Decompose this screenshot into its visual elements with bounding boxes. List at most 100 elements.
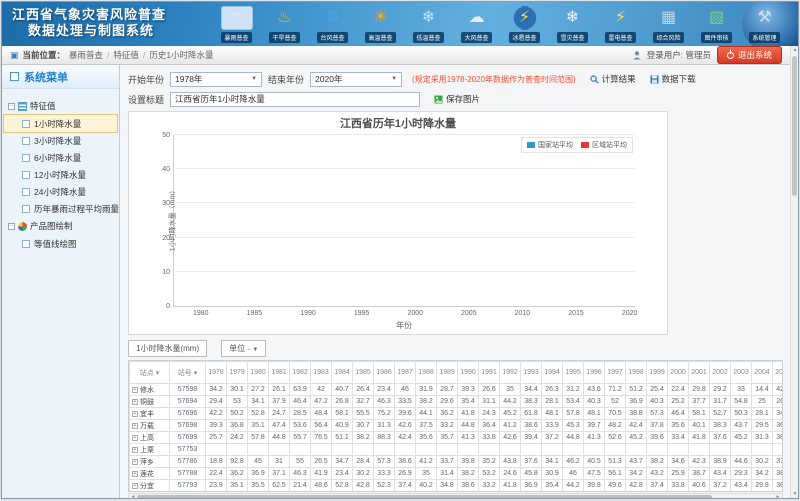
table-row[interactable]: +莲花5778822.436.236.937.146.341.923.430.2… — [130, 468, 784, 480]
tree-node-2[interactable]: -产品图绘制 — [4, 217, 117, 235]
row-expander-icon[interactable]: + — [132, 387, 138, 393]
scroll-up-arrow[interactable]: ▲ — [791, 46, 799, 54]
expander-icon[interactable]: - — [8, 223, 15, 230]
breadcrumb-item-3[interactable]: 历史1小时降水量 — [149, 49, 213, 61]
toolbar-item-10[interactable]: ▦综合风险 — [646, 6, 691, 43]
toolbar-item-6[interactable]: ☁大风普查 — [454, 6, 499, 43]
table-row[interactable]: +萍乡5778618.892.845315526.534.728.457.338… — [130, 456, 784, 468]
table-row[interactable]: +分宜5779323.935.135.562.521.448.652.842.8… — [130, 480, 784, 492]
sidebar-item-6小时降水量[interactable]: 6小时降水量 — [4, 149, 117, 166]
vertical-scrollbar[interactable]: ▲ ▼ — [790, 46, 798, 498]
value-cell — [290, 444, 311, 456]
value-cell: 71.2 — [605, 384, 626, 396]
menu-icon — [10, 72, 19, 81]
value-cell: 28.1 — [752, 408, 773, 420]
value-cell: 52.8 — [248, 408, 269, 420]
sidebar-item-12小时降水量[interactable]: 12小时降水量 — [4, 166, 117, 183]
value-cell: 45.2 — [731, 432, 752, 444]
toolbar-item-5[interactable]: ❄低温普查 — [406, 6, 451, 43]
toolbar-item-3[interactable]: ⚙台风普查 — [310, 6, 355, 43]
user-icon — [633, 51, 641, 60]
download-button[interactable]: 数据下载 — [650, 73, 696, 85]
value-cell: 35.4 — [542, 480, 563, 492]
sidebar-item-等值线绘图[interactable]: 等值线绘图 — [4, 235, 117, 252]
horizontal-scroll-thumb[interactable] — [137, 495, 712, 499]
row-expander-icon[interactable]: + — [132, 447, 138, 453]
value-cell: 36.8 — [227, 420, 248, 432]
value-cell: 50.3 — [731, 408, 752, 420]
value-cell: 38.2 — [416, 396, 437, 408]
expander-icon[interactable]: - — [8, 103, 15, 110]
table-row[interactable]: +修水5759834.230.127.226.163.94240.726.423… — [130, 384, 784, 396]
value-cell: 44.8 — [563, 432, 584, 444]
value-cell: 48.4 — [311, 408, 332, 420]
value-cell: 42.3 — [689, 456, 710, 468]
scroll-left-arrow[interactable]: ◄ — [129, 494, 137, 499]
row-expander-icon[interactable]: + — [132, 399, 138, 405]
row-expander-icon[interactable]: + — [132, 435, 138, 441]
value-cell: 57.8 — [563, 408, 584, 420]
toolbar-item-12[interactable]: ⚒系统管理 — [742, 6, 787, 43]
logout-button[interactable]: 退出系统 — [717, 46, 782, 64]
table-row[interactable]: +宜丰5769642.250.252.824.728.548.458.155.5… — [130, 408, 784, 420]
value-cell: 42.6 — [395, 420, 416, 432]
toolbar-item-11[interactable]: ▧图件审核 — [694, 6, 739, 43]
sidebar-title-label: 系统菜单 — [24, 69, 68, 85]
breadcrumb-item-2[interactable]: 特征值 — [113, 49, 139, 61]
sidebar-item-1小时降水量[interactable]: 1小时降水量 — [4, 115, 117, 132]
scroll-down-arrow[interactable]: ▼ — [791, 490, 799, 498]
scroll-right-arrow[interactable]: ► — [774, 494, 782, 499]
checkbox-icon[interactable] — [22, 137, 30, 145]
table-row[interactable]: +上高5769925.724.257.844.855.776.551.138.2… — [130, 432, 784, 444]
checkbox-icon[interactable] — [22, 205, 30, 213]
row-expander-icon[interactable]: + — [132, 483, 138, 489]
x-tick-label: 2010 — [515, 310, 531, 317]
horizontal-scrollbar[interactable]: ◄ ► — [128, 493, 783, 499]
row-expander-icon[interactable]: + — [132, 423, 138, 429]
table-tab[interactable]: 1小时降水量(mm) — [128, 340, 207, 357]
value-cell: 58.1 — [332, 408, 353, 420]
value-cell: 57.8 — [248, 432, 269, 444]
toolbar-item-4[interactable]: ☀高温普查 — [358, 6, 403, 43]
row-expander-icon[interactable]: + — [132, 471, 138, 477]
start-year-select[interactable]: 1978年 ▼ — [170, 72, 262, 87]
window-icon: ▣ — [10, 50, 19, 61]
user-area: 登录用户: 管理员 退出系统 — [633, 46, 782, 64]
table-row[interactable]: +上栗57753 — [130, 444, 784, 456]
table-row[interactable]: +铜鼓5769429.45334.137.946.447.226.832.746… — [130, 396, 784, 408]
checkbox-icon[interactable] — [22, 240, 30, 248]
toolbar-item-8[interactable]: ❄雪灾普查 — [550, 6, 595, 43]
sidebar-item-24小时降水量[interactable]: 24小时降水量 — [4, 183, 117, 200]
x-tick-label: 1995 — [354, 310, 370, 317]
end-year-select[interactable]: 2020年 ▼ — [310, 72, 402, 87]
unit-filter[interactable]: 单位 – ▼ — [221, 340, 266, 357]
tree-node-1[interactable]: -特征值 — [4, 97, 117, 115]
toolbar-item-9[interactable]: ⚡雷电普查 — [598, 6, 643, 43]
wrench-icon: ⚒ — [749, 6, 781, 30]
toolbar-item-2[interactable]: ♨干旱普查 — [262, 6, 307, 43]
save-image-button[interactable]: 保存图片 — [434, 93, 480, 105]
toolbar-item-7[interactable]: ⚡冰雹普查 — [502, 6, 547, 43]
station-id-column-header[interactable]: 站号 ▾ — [170, 362, 206, 384]
value-cell: 52.8 — [332, 480, 353, 492]
breadcrumb-item-1[interactable]: 暴雨普查 — [69, 49, 103, 61]
checkbox-icon[interactable] — [22, 120, 30, 128]
row-expander-icon[interactable]: + — [132, 459, 138, 465]
station-name-cell: +铜鼓 — [130, 396, 170, 408]
checkbox-icon[interactable] — [22, 188, 30, 196]
sidebar-item-历年暴雨过程平均雨量[interactable]: 历年暴雨过程平均雨量 — [4, 200, 117, 217]
row-expander-icon[interactable]: + — [132, 411, 138, 417]
unit-filter-label: 单位 — [229, 344, 245, 353]
station-id-cell: 57598 — [170, 384, 206, 396]
chart-title-input[interactable]: 江西省历年1小时降水量 — [170, 92, 420, 107]
table-row[interactable]: +万载5769839.336.835.147.453.656.440.930.7… — [130, 420, 784, 432]
value-cell: 33 — [731, 384, 752, 396]
calculate-button[interactable]: 计算结果 — [590, 73, 636, 85]
sidebar-item-3小时降水量[interactable]: 3小时降水量 — [4, 132, 117, 149]
checkbox-icon[interactable] — [22, 171, 30, 179]
value-cell: 26.5 — [311, 456, 332, 468]
vertical-scroll-thumb[interactable] — [792, 56, 797, 196]
checkbox-icon[interactable] — [22, 154, 30, 162]
station-column-header[interactable]: 站点 ▾ — [130, 362, 170, 384]
toolbar-item-1[interactable]: ☂暴雨普查 — [214, 6, 259, 43]
